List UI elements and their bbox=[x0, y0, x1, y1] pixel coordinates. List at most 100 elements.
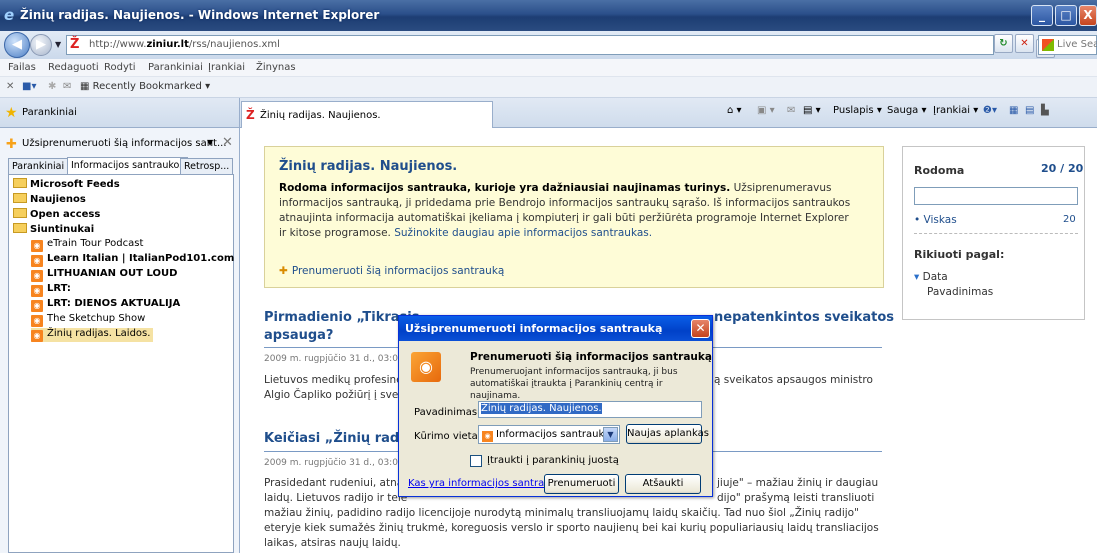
cancel-button[interactable]: Atšaukti bbox=[625, 474, 701, 494]
tab-row: ★ Parankiniai Ž Žinių radijas. Naujienos… bbox=[0, 98, 1097, 128]
tree-feed[interactable]: ◉ LRT: DIENOS AKTUALIJA bbox=[31, 298, 180, 312]
favorites-center: ✚ Užsiprenumeruoti šią informacijos sant… bbox=[0, 128, 240, 553]
refresh-button[interactable]: ↻ bbox=[994, 34, 1013, 53]
article-title-line2[interactable]: apsauga? bbox=[264, 328, 333, 343]
folder-icon bbox=[13, 193, 27, 203]
favorites-button[interactable]: ★ Parankiniai bbox=[0, 98, 240, 128]
filter-all-link[interactable]: • Viskas bbox=[914, 214, 957, 226]
tree-feed[interactable]: ◉ The Sketchup Show bbox=[31, 313, 145, 327]
print-icon[interactable]: ▤ ▾ bbox=[803, 105, 821, 116]
window-title: Žinių radijas. Naujienos. - Windows Inte… bbox=[20, 8, 380, 22]
feeds-icon[interactable]: ✉ bbox=[63, 81, 71, 92]
article-title-cont[interactable]: nepatenkintos sveikatos bbox=[714, 310, 894, 325]
folder-icon bbox=[13, 223, 27, 233]
favorites-label: Parankiniai bbox=[22, 107, 77, 118]
mail-icon[interactable]: ✉ bbox=[787, 105, 795, 116]
feed-filter-box: Rodoma 20 / 20 • Viskas 20 Rikiuoti paga… bbox=[902, 146, 1085, 320]
checkbox-label: Įtraukti į parankinių juostą bbox=[487, 455, 619, 466]
subscribe-dropdown-icon[interactable]: ▼ bbox=[207, 138, 213, 147]
rss-icon: ◉ bbox=[31, 315, 43, 327]
tab-history[interactable]: Retrosp... bbox=[180, 158, 234, 175]
close-pane-icon[interactable]: ✕ bbox=[222, 135, 233, 150]
feed-name-input[interactable]: Žinių radijas. Naujienos. bbox=[478, 401, 702, 418]
article-body-line2-cont: dijo" prašymą leisti transliuoti bbox=[717, 492, 875, 504]
tree-feed-selected[interactable]: ◉ Žinių radijas. Laidos. bbox=[31, 328, 154, 342]
messenger-icon[interactable]: ▤ bbox=[1025, 105, 1034, 116]
chevron-down-icon[interactable]: ▼ bbox=[603, 427, 618, 442]
feed-description: Rodoma informacijos santrauka, kurioje y… bbox=[279, 182, 851, 239]
location-select[interactable]: ◉ Informacijos santraukos ▼ bbox=[478, 425, 620, 444]
folder-icon bbox=[13, 208, 27, 218]
new-folder-button[interactable]: Naujas aplankas bbox=[626, 424, 709, 444]
rss-icon: ◉ bbox=[31, 255, 43, 267]
menu-tools[interactable]: Įrankiai bbox=[208, 62, 245, 73]
learn-more-link[interactable]: Sužinokite daugiau apie informacijos san… bbox=[394, 227, 652, 239]
home-icon[interactable]: ⌂ ▾ bbox=[727, 105, 742, 116]
favorites-center-header: ✚ Užsiprenumeruoti šią informacijos sant… bbox=[0, 128, 240, 156]
help-icon[interactable]: ❷▾ bbox=[983, 105, 997, 116]
tree-feed[interactable]: ◉ eTrain Tour Podcast bbox=[31, 238, 143, 252]
tab-feeds[interactable]: Informacijos santraukos bbox=[67, 157, 189, 175]
sort-by-name[interactable]: Pavadinimas bbox=[927, 286, 993, 298]
add-to-favorites-bar-checkbox[interactable] bbox=[470, 455, 482, 467]
tree-folder[interactable]: Microsoft Feeds bbox=[13, 178, 120, 190]
article-title[interactable]: Keičiasi „Žinių radijo bbox=[264, 431, 417, 446]
article-body-cont: ą sveikatos apsaugos ministro bbox=[714, 374, 873, 386]
feed-title: Žinių radijas. Naujienos. bbox=[279, 159, 458, 174]
tree-folder[interactable]: Siuntinukai bbox=[13, 223, 94, 235]
tree-feed[interactable]: ◉ LITHUANIAN OUT LOUD bbox=[31, 268, 177, 282]
menu-bar: Failas Redaguoti Rodyti Parankiniai Įran… bbox=[0, 59, 1097, 77]
back-button[interactable]: ◀ bbox=[4, 32, 30, 58]
stop-button[interactable]: ✕ bbox=[1015, 34, 1034, 53]
shown-label: Rodoma bbox=[914, 164, 965, 177]
safety-menu[interactable]: Sauga ▾ bbox=[887, 105, 927, 116]
tree-feed[interactable]: ◉ LRT: bbox=[31, 283, 71, 297]
rss-folder-icon: ◉ bbox=[482, 431, 493, 442]
site-favicon-icon: Ž bbox=[70, 37, 80, 52]
add-favorite-icon[interactable]: ■▾ bbox=[22, 81, 36, 92]
close-bar-icon[interactable]: ✕ bbox=[6, 81, 14, 92]
tree-folder[interactable]: Naujienos bbox=[13, 193, 86, 205]
menu-favorites[interactable]: Parankiniai bbox=[148, 62, 203, 73]
location-label: Kūrimo vieta: bbox=[414, 431, 482, 442]
web-slice-icon[interactable]: ✱ bbox=[48, 81, 56, 92]
address-url[interactable]: http://www.ziniur.lt/rss/naujienos.xml bbox=[89, 39, 280, 50]
tools-menu[interactable]: Įrankiai ▾ bbox=[933, 105, 978, 116]
menu-view[interactable]: Rodyti bbox=[104, 62, 136, 73]
dialog-close-button[interactable]: ✕ bbox=[691, 319, 710, 338]
rss-icon: ◉ bbox=[31, 240, 43, 252]
sort-by-date[interactable]: ▾ Data bbox=[914, 271, 948, 283]
title-bar: e Žinių radijas. Naujienos. - Windows In… bbox=[0, 0, 1097, 31]
subscribe-button[interactable]: Prenumeruoti bbox=[544, 474, 619, 494]
menu-edit[interactable]: Redaguoti bbox=[48, 62, 99, 73]
menu-help[interactable]: Žinynas bbox=[256, 62, 296, 73]
recently-bookmarked-button[interactable]: ▦ Recently Bookmarked ▾ bbox=[80, 81, 210, 92]
minimize-button[interactable]: _ bbox=[1031, 5, 1053, 26]
tab-favorites[interactable]: Parankiniai bbox=[8, 158, 69, 175]
address-bar[interactable]: Ž http://www.ziniur.lt/rss/naujienos.xml… bbox=[66, 35, 1055, 58]
article-body: Lietuvos medikų profesinė bbox=[264, 374, 403, 386]
tree-folder[interactable]: Open access bbox=[13, 208, 100, 220]
feeds-toolbar-icon[interactable]: ▣ ▾ bbox=[757, 105, 775, 116]
favorites-star-icon: ★ bbox=[5, 105, 18, 121]
article-date: 2009 m. rugpjūčio 31 d., 03:00 bbox=[264, 354, 404, 364]
article-title[interactable]: Pirmadienio „Tikrasis bbox=[264, 310, 419, 325]
recent-pages-dropdown-icon[interactable]: ▼ bbox=[55, 40, 61, 49]
search-input[interactable]: Live Search bbox=[1038, 35, 1097, 55]
page-menu[interactable]: Puslapis ▾ bbox=[833, 105, 882, 116]
close-window-button[interactable]: X bbox=[1079, 5, 1097, 26]
rss-icon: ◉ bbox=[31, 285, 43, 297]
forward-button[interactable]: ▶ bbox=[30, 34, 52, 56]
tab-current-page[interactable]: Ž Žinių radijas. Naujienos. bbox=[241, 101, 493, 128]
research-icon[interactable]: ▦ bbox=[1009, 105, 1018, 116]
menu-file[interactable]: Failas bbox=[8, 62, 36, 73]
dialog-description: Prenumeruojant informacijos santrauką, j… bbox=[470, 367, 678, 401]
live-search-icon bbox=[1042, 39, 1054, 51]
tree-feed[interactable]: ◉ Learn Italian | ItalianPod101.com bbox=[31, 253, 234, 267]
subscribe-feed-button[interactable]: Užsiprenumeruoti šią informacijos sant..… bbox=[22, 138, 227, 149]
filter-input[interactable] bbox=[914, 187, 1078, 205]
maximize-button[interactable]: □ bbox=[1055, 5, 1077, 26]
article-body-cont: jiuje" – mažiau žinių ir daugiau bbox=[717, 477, 879, 489]
toolbar-more-icon[interactable]: ▙ bbox=[1041, 105, 1049, 116]
subscribe-link[interactable]: ✚ Prenumeruoti šią informacijos santrauką bbox=[279, 265, 504, 277]
